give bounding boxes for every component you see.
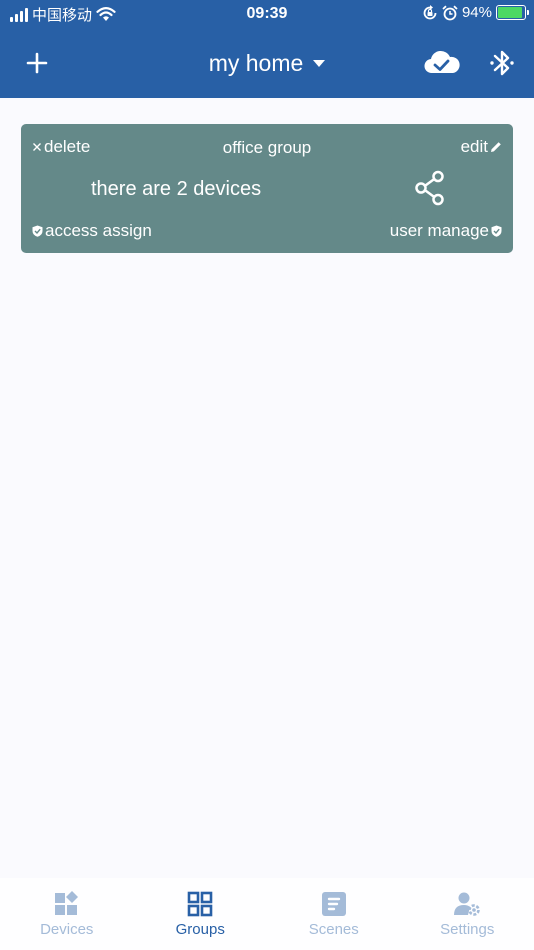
battery-icon xyxy=(496,5,529,20)
add-button[interactable] xyxy=(22,48,52,78)
chevron-down-icon xyxy=(313,59,326,67)
home-selector[interactable]: my home xyxy=(167,46,367,80)
plus-icon xyxy=(26,52,48,74)
battery-fill xyxy=(498,7,523,18)
access-assign-label: access assign xyxy=(45,221,152,240)
alarm-icon xyxy=(442,5,458,20)
tab-devices[interactable]: Devices xyxy=(0,878,134,950)
settings-icon xyxy=(454,892,481,916)
tab-scenes[interactable]: Scenes xyxy=(267,878,401,950)
bluetooth-icon xyxy=(490,50,514,76)
edit-button[interactable]: edit xyxy=(461,137,502,157)
tab-bar: Devices Groups Scenes Settings xyxy=(0,878,534,950)
tab-label: Scenes xyxy=(308,921,359,938)
nav-bar: my home xyxy=(0,38,534,88)
page-title: my home xyxy=(208,49,304,76)
cloud-check-icon xyxy=(424,50,460,74)
rotation-lock-icon xyxy=(423,4,437,19)
user-manage-label: user manage xyxy=(389,221,489,240)
status-bar: 中国移动 09:39 94% xyxy=(0,0,534,30)
device-count: there are 2 devices xyxy=(91,178,262,200)
groups-icon xyxy=(187,891,213,917)
access-assign-button[interactable]: access assign xyxy=(32,221,152,241)
app-header: 中国移动 09:39 94% my home xyxy=(0,0,534,98)
cloud-sync-button[interactable] xyxy=(422,48,462,78)
user-manage-button[interactable]: user manage xyxy=(390,221,502,241)
tab-label: Devices xyxy=(40,921,94,938)
status-right: 94% xyxy=(422,4,529,21)
tab-label: Groups xyxy=(175,921,225,938)
share-button[interactable] xyxy=(413,170,447,206)
group-card[interactable]: delete office group edit there are 2 dev… xyxy=(21,124,513,253)
tab-label: Settings xyxy=(440,921,495,938)
shield-check-icon xyxy=(491,225,502,237)
share-icon xyxy=(415,170,444,206)
group-title: office group xyxy=(222,138,312,157)
scenes-icon xyxy=(321,892,346,916)
devices-icon xyxy=(54,891,78,915)
tab-groups[interactable]: Groups xyxy=(134,878,268,950)
bluetooth-button[interactable] xyxy=(486,46,518,80)
pencil-icon xyxy=(491,142,501,152)
edit-label: edit xyxy=(460,137,488,156)
tab-settings[interactable]: Settings xyxy=(401,878,534,950)
shield-check-icon xyxy=(32,225,43,237)
battery-percent: 94% xyxy=(461,4,492,21)
